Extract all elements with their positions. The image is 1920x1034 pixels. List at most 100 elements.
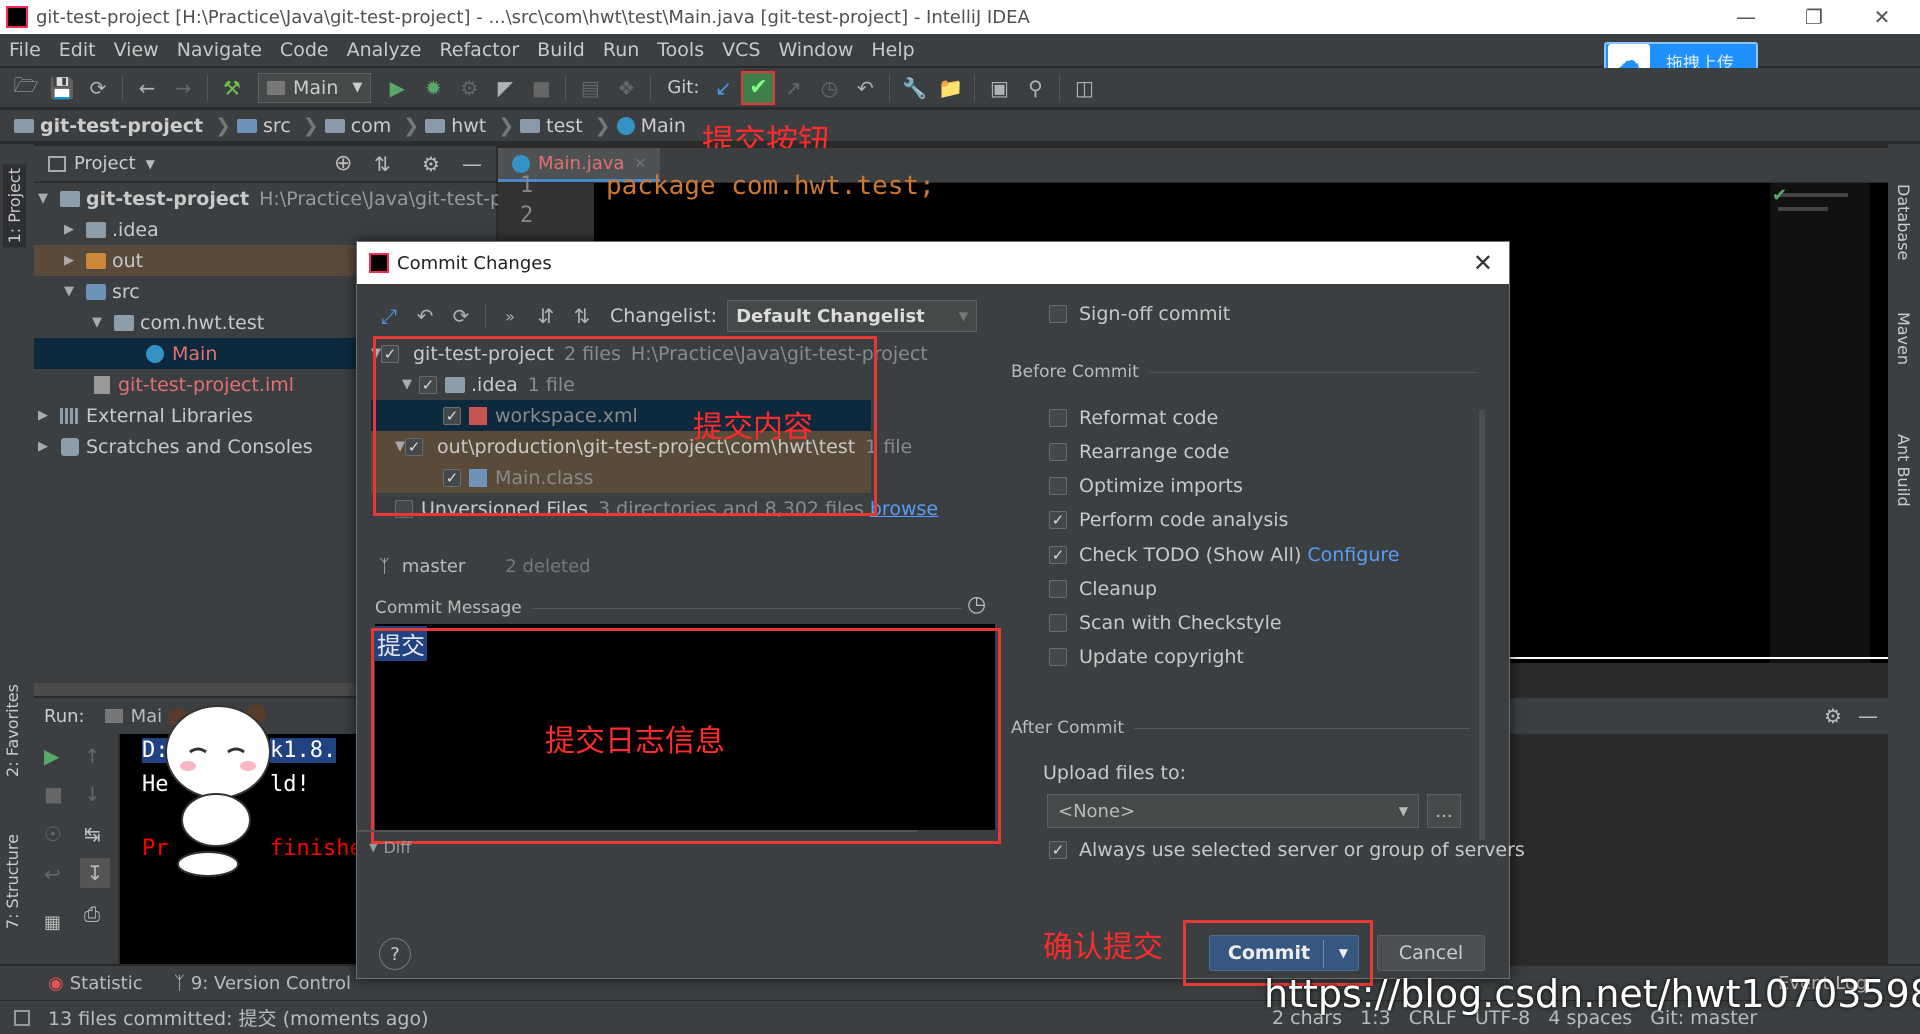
menu-vcs[interactable]: VCS [713,39,769,61]
option-reformat-code[interactable]: Reformat code [1049,404,1218,432]
stop-icon[interactable]: ■ [526,73,556,103]
browse-servers-button[interactable]: ... [1427,794,1461,828]
tree-row-unversioned[interactable]: Unversioned Files 3 directories and 8,302… [395,493,938,524]
history-icon[interactable]: ◷ [814,73,844,103]
message-history-icon[interactable]: ◷ [967,592,986,617]
down-icon[interactable]: ↓ [84,782,101,806]
close-tab-icon[interactable]: ✕ [634,156,646,172]
checkbox[interactable]: ✓ [443,406,461,425]
gear-icon[interactable]: ⚙ [422,152,440,176]
tab-statistic[interactable]: ◉ Statistic [48,973,143,994]
stop-icon[interactable]: ■ [44,782,63,806]
checkbox[interactable]: ✓ [419,375,437,394]
tree-row-main-class[interactable]: ✓ Main.class [371,462,871,493]
run-icon[interactable]: ▶ [382,73,412,103]
checkbox[interactable] [1049,580,1067,598]
diff-toggle[interactable]: ▼ Diff [369,838,411,857]
coverage-icon[interactable]: ⚙ [454,73,484,103]
presentation-icon[interactable]: ◫ [1069,73,1099,103]
debug-icon[interactable]: ✹ [418,73,448,103]
tree-item-iml[interactable]: git-test-project.iml [94,369,294,400]
checkbox[interactable]: ✓ [1049,511,1067,529]
up-icon[interactable]: ↑ [84,744,101,768]
git-push-icon[interactable]: ↗ [778,73,808,103]
menu-tools[interactable]: Tools [648,39,713,61]
chevron-down-icon[interactable]: ▼ [1339,946,1348,960]
tree-item-src[interactable]: ▼ src [64,276,140,307]
open-folder-icon[interactable]: 🗁 [11,73,41,103]
menu-navigate[interactable]: Navigate [168,39,271,61]
checkbox[interactable] [1049,305,1067,323]
search-icon[interactable]: ⚲ [1020,73,1050,103]
option-rearrange-code[interactable]: Rearrange code [1049,438,1229,466]
option-cleanup[interactable]: Cleanup [1049,575,1157,603]
menu-build[interactable]: Build [528,39,594,61]
camera-icon[interactable]: ☉ [44,822,62,846]
save-icon[interactable]: 💾 [47,73,77,103]
close-window-icon[interactable]: ✕ [1852,0,1912,34]
checkbox[interactable]: ✓ [443,468,461,487]
restore-layout-icon[interactable]: ↩ [44,862,61,886]
menu-help[interactable]: Help [862,39,923,61]
menu-run[interactable]: Run [594,39,648,61]
build-hammer-icon[interactable]: ⚒ [217,73,247,103]
sync-icon[interactable]: ⟳ [83,73,113,103]
signoff-commit-option[interactable]: Sign-off commit [1049,300,1230,328]
tab-database[interactable]: Database [1894,184,1913,260]
browse-link[interactable]: browse [870,498,938,520]
close-dialog-icon[interactable]: ✕ [1473,249,1493,277]
collapse-all-icon[interactable]: ⇅ [567,301,597,331]
layout-icon[interactable]: ▦ [44,912,61,933]
breadcrumb-project[interactable]: git-test-project [14,115,203,137]
scroll-to-end-icon[interactable]: ↧ [80,858,110,888]
tree-item-external-libraries[interactable]: ▶ External Libraries [38,400,253,431]
status-layout-icon[interactable] [14,1009,30,1026]
upload-target-select[interactable]: <None> ▼ [1047,794,1419,828]
restore-icon[interactable]: ❐ [1784,0,1844,34]
menu-code[interactable]: Code [271,39,338,61]
option-always-use-server[interactable]: ✓ Always use selected server or group of … [1049,836,1525,864]
checkbox[interactable] [1049,409,1067,427]
option-code-analysis[interactable]: ✓ Perform code analysis [1049,506,1288,534]
checkbox[interactable] [395,499,413,518]
soft-wrap-icon[interactable]: ↹ [84,822,101,846]
checkbox[interactable] [1049,614,1067,632]
help-button[interactable]: ? [379,938,411,970]
git-commit-button[interactable]: ✔ [741,70,776,105]
tab-ant-build[interactable]: Ant Build [1894,434,1913,507]
tree-item-package[interactable]: ▼ com.hwt.test [92,307,264,338]
breadcrumb-src[interactable]: src [237,115,291,137]
project-view-select[interactable]: Project [74,153,136,174]
option-check-todo[interactable]: ✓ Check TODO (Show All) Configure [1049,541,1399,569]
tree-item-idea[interactable]: ▶ .idea [64,214,159,245]
git-update-icon[interactable]: ↙ [708,73,738,103]
menu-edit[interactable]: Edit [50,39,105,61]
tree-row-project[interactable]: ▼ ✓ git-test-project 2 files H:\Practice\Jav… [371,338,928,369]
expand-all-icon[interactable]: ⇵ [531,301,561,331]
breadcrumb-test[interactable]: test [520,115,583,137]
configure-link[interactable]: Configure [1307,544,1399,566]
chevron-down-icon[interactable]: ▼ [146,157,155,171]
tab-favorites[interactable]: 2: Favorites [3,684,22,777]
run-tab[interactable]: Mai [104,706,162,727]
update-running-icon[interactable]: ❖ [611,73,641,103]
menu-analyze[interactable]: Analyze [338,39,431,61]
locate-icon[interactable]: ⊕ [334,151,352,176]
forward-icon[interactable]: → [168,73,198,103]
checkbox[interactable] [1049,477,1067,495]
checkbox[interactable]: ✓ [381,344,399,363]
checkbox[interactable]: ✓ [1049,841,1067,859]
rollback-icon[interactable]: ↶ [410,301,440,331]
rerun-icon[interactable]: ▶ [44,744,59,768]
commit-button[interactable]: Commit ▼ [1209,935,1359,971]
tab-maven[interactable]: Maven [1894,312,1913,365]
hide-panel-icon[interactable]: — [462,152,482,176]
project-structure-icon[interactable]: 📁 [935,73,965,103]
breadcrumb-hwt[interactable]: hwt [425,115,486,137]
checkbox[interactable]: ✓ [1049,546,1067,564]
terminal-icon[interactable]: ▣ [984,73,1014,103]
run-config-select[interactable]: Main ▼ [258,72,372,103]
cancel-button[interactable]: Cancel [1377,935,1485,971]
menu-file[interactable]: File [0,39,50,61]
rollback-icon[interactable]: ↶ [850,73,880,103]
